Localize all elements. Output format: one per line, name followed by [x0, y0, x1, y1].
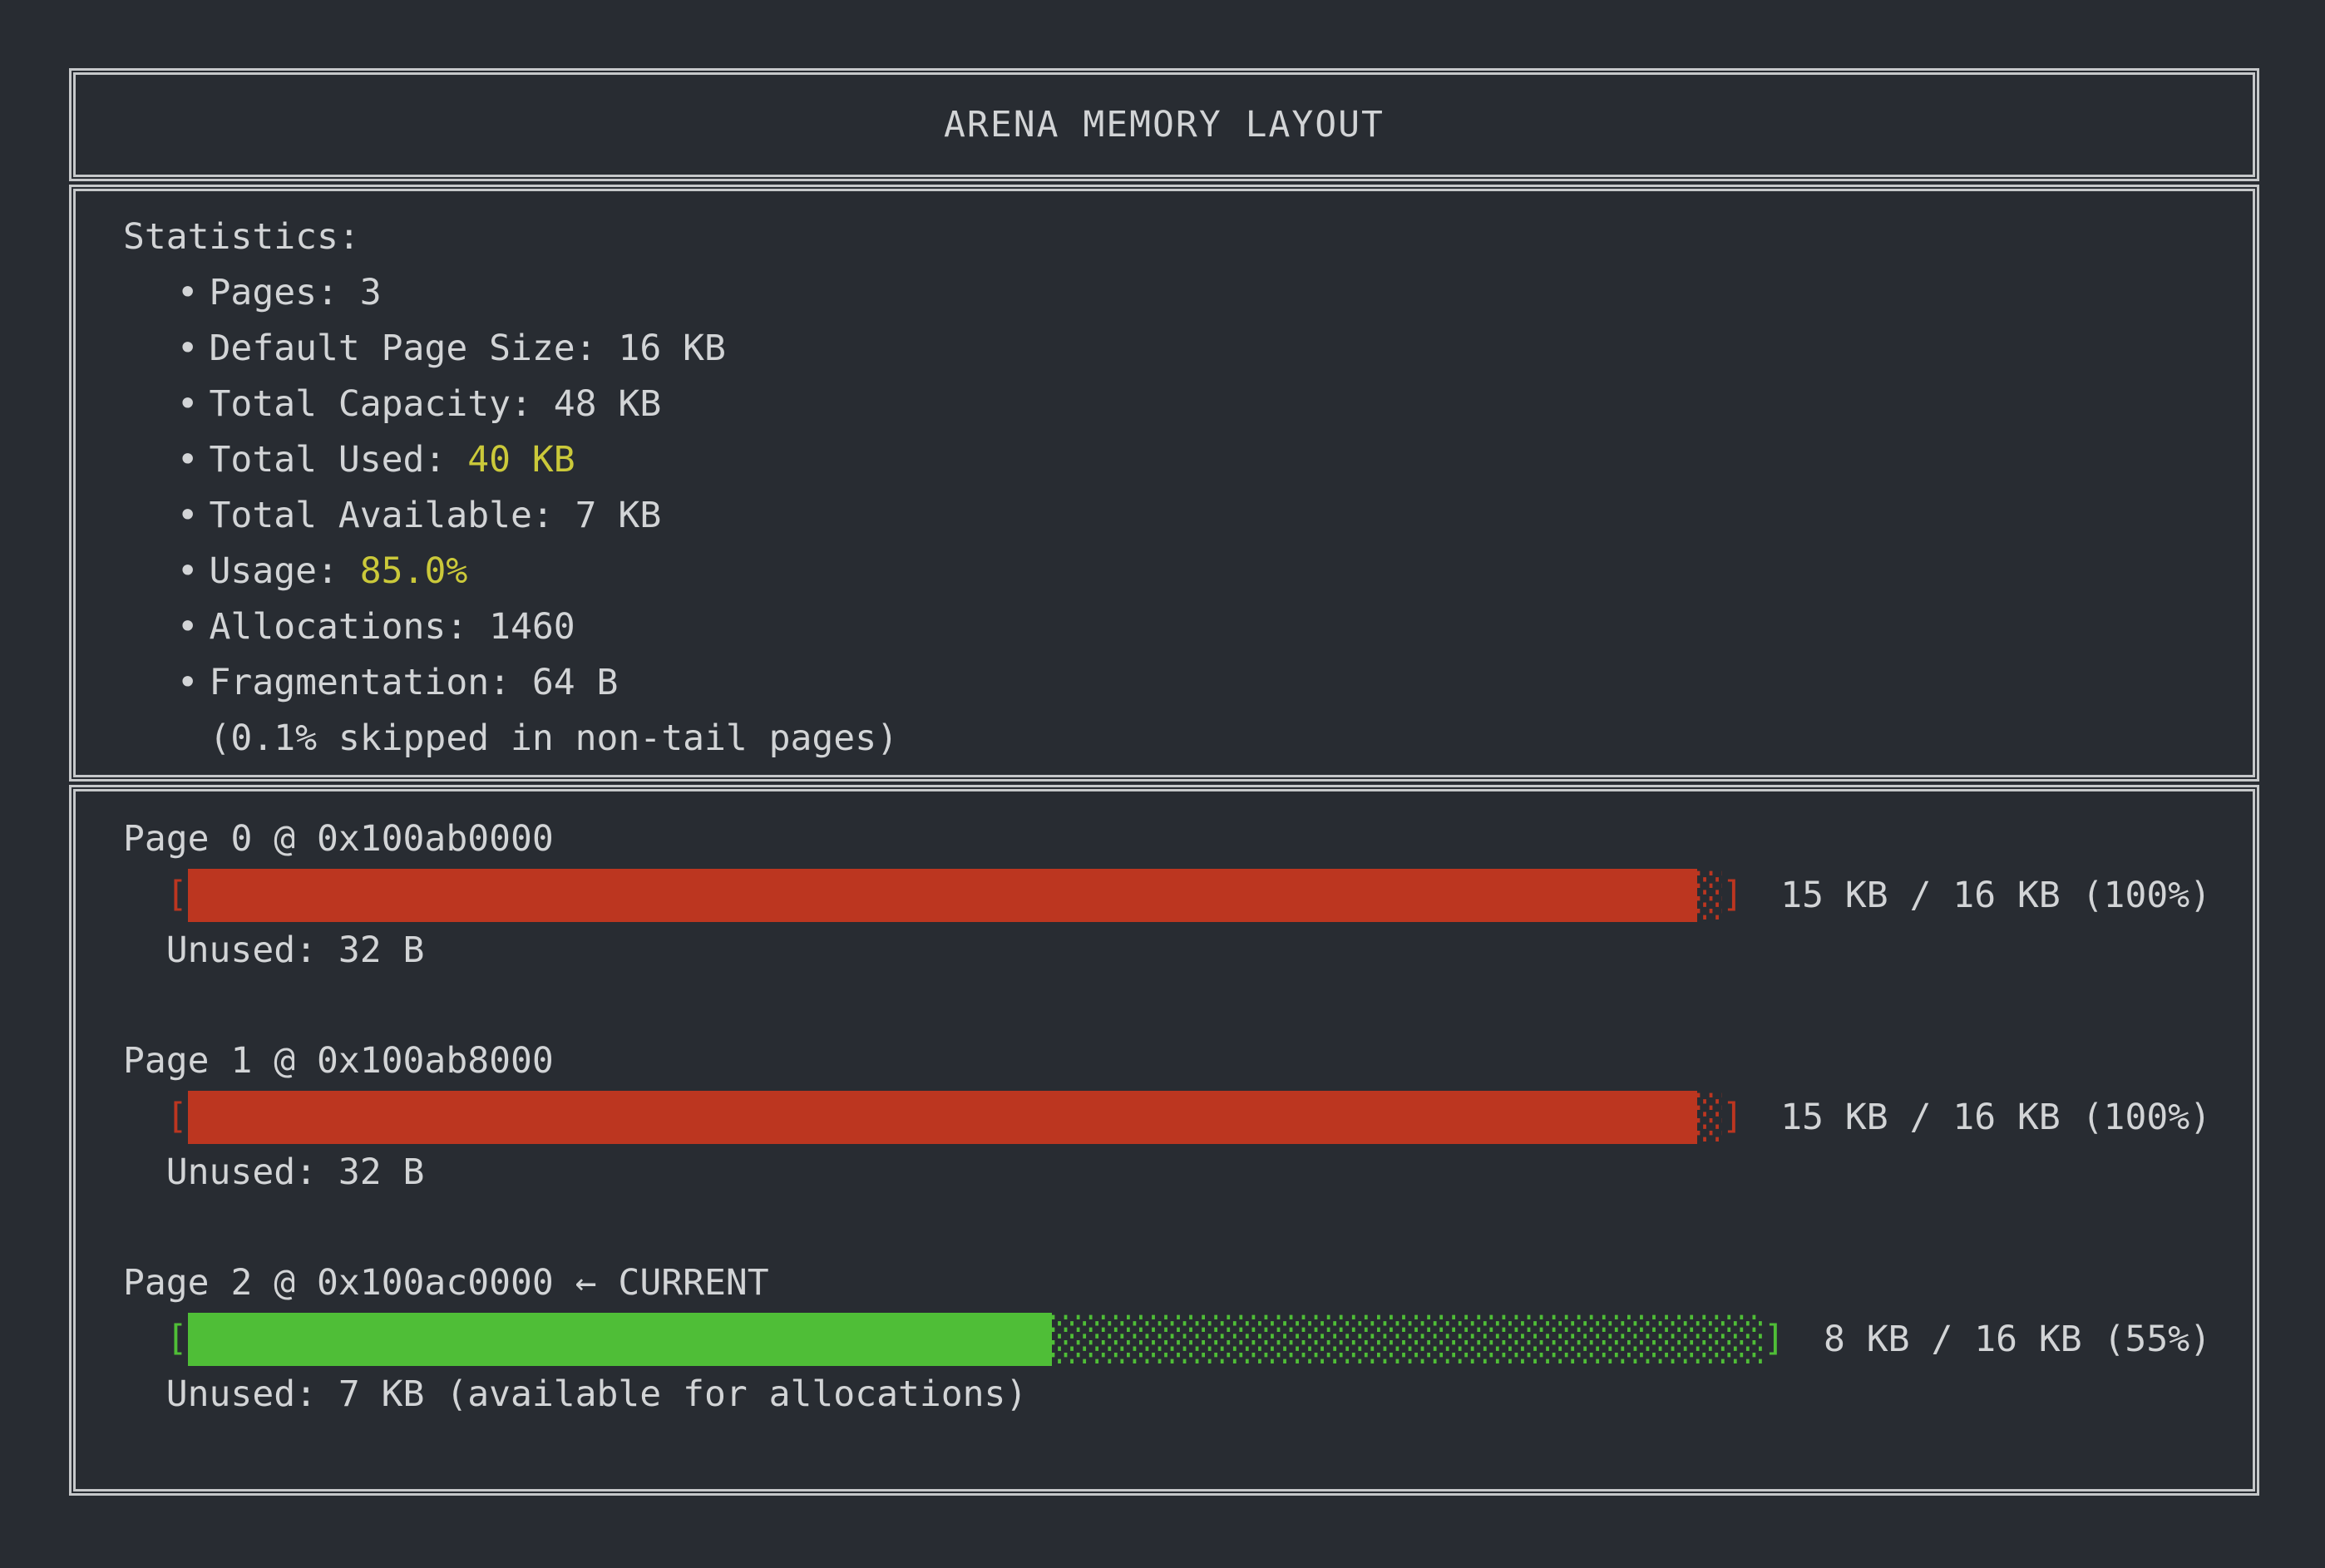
page-header: Page 0 @ 0x100ab0000	[123, 811, 2253, 867]
stat-value: 3	[360, 272, 382, 313]
bar-close-bracket: ]	[1722, 867, 1744, 923]
bar-open-bracket: [	[166, 1089, 188, 1145]
bar-close-bracket: ]	[1764, 1311, 1785, 1367]
bar-usage-text: 15 KB / 16 KB (100%)	[1780, 875, 2211, 916]
stat-label: Default Page Size:	[210, 328, 597, 369]
stat-label: Total Available:	[210, 495, 554, 536]
bullet-icon: •	[177, 321, 210, 377]
stat-value: 48 KB	[554, 383, 661, 425]
bullet-icon: •	[177, 655, 210, 711]
bar-filled-segment	[188, 869, 1697, 922]
bar-usage-text: 8 KB / 16 KB (55%)	[1824, 1319, 2211, 1360]
memory-usage-bar: [ ░░░░░░░░░░░░░░░░░░░░░░░░░░░░░░░░░░░░░░░…	[123, 867, 2253, 923]
page-header: Page 2 @ 0x100ac0000 ← CURRENT	[123, 1255, 2253, 1311]
stat-row-default-page-size: •Default Page Size: 16 KB	[123, 321, 2219, 377]
bar-filled-segment	[188, 1091, 1697, 1144]
page-header: Page 1 @ 0x100ab8000	[123, 1033, 2253, 1089]
bullet-icon: •	[177, 432, 210, 488]
stat-value: 40 KB	[467, 439, 575, 481]
stat-value: 64 B	[532, 662, 619, 703]
page-unused-text: Unused: 32 B	[123, 923, 2253, 979]
statistics-box: Statistics: •Pages: 3 •Default Page Size…	[69, 185, 2259, 782]
stat-label: Total Used:	[210, 439, 447, 481]
stat-label: Allocations:	[210, 606, 468, 648]
title-box: ARENA MEMORY LAYOUT	[69, 68, 2259, 181]
stat-value: 1460	[489, 606, 575, 648]
bar-close-bracket: ]	[1722, 1089, 1744, 1145]
memory-usage-bar: [ ░░░░░░░░░░░░░░░░░░░░░░░░░░░░░░░░░░░░░░░…	[123, 1311, 2253, 1367]
bar-open-bracket: [	[166, 867, 188, 923]
arena-memory-layout-screen: ARENA MEMORY LAYOUT Statistics: •Pages: …	[0, 0, 2325, 1568]
bar-unused-segment: ░░░░░░░░░░░░░░░░░░░░░░░░░░░░░░░░░░░░░░░░…	[1697, 1091, 1722, 1144]
fragmentation-footnote: (0.1% skipped in non-tail pages)	[123, 711, 2219, 767]
stat-label: Total Capacity:	[210, 383, 532, 425]
pages-box: Page 0 @ 0x100ab0000 [ ░░░░░░░░░░░░░░░░░░…	[69, 785, 2259, 1496]
bullet-icon: •	[177, 544, 210, 599]
page-block-0: Page 0 @ 0x100ab0000 [ ░░░░░░░░░░░░░░░░░░…	[123, 811, 2253, 979]
stat-value: 7 KB	[575, 495, 662, 536]
stat-row-pages: •Pages: 3	[123, 265, 2219, 321]
stat-row-total-capacity: •Total Capacity: 48 KB	[123, 377, 2219, 432]
page-block-2: Page 2 @ 0x100ac0000 ← CURRENT [ ░░░░░░░░…	[123, 1255, 2253, 1423]
bar-unused-segment: ░░░░░░░░░░░░░░░░░░░░░░░░░░░░░░░░░░░░░░░░…	[1052, 1313, 1764, 1366]
bar-unused-segment: ░░░░░░░░░░░░░░░░░░░░░░░░░░░░░░░░░░░░░░░░…	[1697, 869, 1722, 922]
stat-row-fragmentation: •Fragmentation: 64 B	[123, 655, 2219, 711]
page-title: ARENA MEMORY LAYOUT	[944, 104, 1385, 145]
stat-value: 85.0%	[360, 550, 467, 592]
stat-value: 16 KB	[618, 328, 725, 369]
page-block-1: Page 1 @ 0x100ab8000 [ ░░░░░░░░░░░░░░░░░░…	[123, 1033, 2253, 1201]
stat-label: Pages:	[210, 272, 338, 313]
page-unused-text: Unused: 7 KB (available for allocations)	[123, 1367, 2253, 1423]
stat-row-total-available: •Total Available: 7 KB	[123, 488, 2219, 544]
stat-row-usage: •Usage: 85.0%	[123, 544, 2219, 599]
bullet-icon: •	[177, 377, 210, 432]
bar-usage-text: 15 KB / 16 KB (100%)	[1780, 1097, 2211, 1138]
stat-row-allocations: •Allocations: 1460	[123, 599, 2219, 655]
stat-row-total-used: •Total Used: 40 KB	[123, 432, 2219, 488]
page-unused-text: Unused: 32 B	[123, 1145, 2253, 1201]
statistics-heading: Statistics:	[123, 210, 2219, 265]
bar-open-bracket: [	[166, 1311, 188, 1367]
bullet-icon: •	[177, 488, 210, 544]
memory-usage-bar: [ ░░░░░░░░░░░░░░░░░░░░░░░░░░░░░░░░░░░░░░░…	[123, 1089, 2253, 1145]
bullet-icon: •	[177, 265, 210, 321]
bar-filled-segment	[188, 1313, 1052, 1366]
stat-label: Fragmentation:	[210, 662, 511, 703]
stat-label: Usage:	[210, 550, 338, 592]
bullet-icon: •	[177, 599, 210, 655]
